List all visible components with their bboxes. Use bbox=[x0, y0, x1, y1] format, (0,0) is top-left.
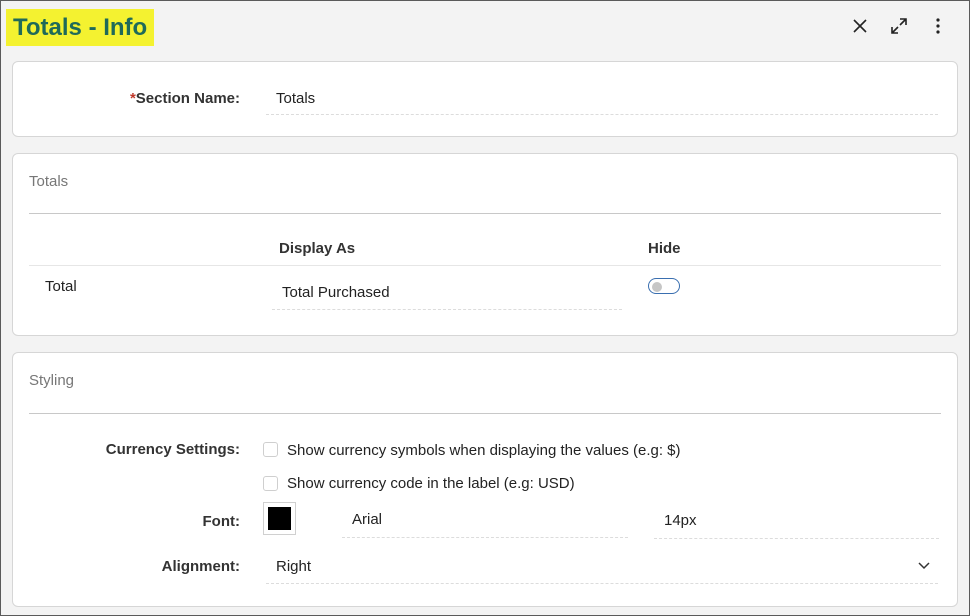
currency-settings-label: Currency Settings: bbox=[105, 441, 240, 458]
font-color-picker[interactable] bbox=[263, 502, 296, 535]
font-size-input[interactable]: 14px bbox=[654, 503, 939, 539]
styling-section-title: Styling bbox=[29, 372, 75, 389]
total-row-name: Total bbox=[45, 278, 77, 295]
totals-info-panel: Totals - Info *Section Name: Totals Tota… bbox=[0, 0, 970, 616]
currency-code-label: Show currency code in the label (e.g: US… bbox=[287, 475, 575, 492]
font-color-swatch bbox=[268, 507, 291, 530]
currency-symbols-label: Show currency symbols when displaying th… bbox=[287, 442, 681, 459]
section-name-card: *Section Name: Totals bbox=[12, 61, 958, 137]
section-name-value: Totals bbox=[276, 89, 316, 107]
expand-icon[interactable] bbox=[888, 15, 910, 37]
font-family-value: Arial bbox=[352, 511, 383, 528]
currency-code-checkbox[interactable] bbox=[263, 476, 278, 491]
panel-title: Totals - Info bbox=[6, 9, 155, 46]
display-as-column-header: Display As bbox=[279, 240, 356, 257]
total-hide-toggle[interactable] bbox=[648, 278, 680, 294]
section-name-input[interactable]: Totals bbox=[266, 82, 938, 115]
more-vertical-icon[interactable] bbox=[927, 15, 949, 37]
alignment-label: Alignment: bbox=[161, 558, 240, 575]
font-family-input[interactable]: Arial bbox=[342, 502, 628, 538]
styling-card: Styling Currency Settings: Show currency… bbox=[12, 352, 958, 607]
font-label: Font: bbox=[202, 513, 240, 530]
totals-section-title: Totals bbox=[29, 173, 69, 190]
alignment-value: Right bbox=[276, 557, 312, 575]
table-header-divider bbox=[29, 265, 941, 266]
close-icon[interactable] bbox=[849, 15, 871, 37]
font-size-value: 14px bbox=[664, 512, 697, 529]
total-display-as-value: Total Purchased bbox=[282, 283, 390, 301]
styling-divider bbox=[29, 413, 941, 414]
totals-card: Totals Display As Hide Total Total Purch… bbox=[12, 153, 958, 336]
toggle-knob bbox=[652, 282, 662, 292]
alignment-select[interactable]: Right bbox=[266, 549, 938, 584]
section-name-label: *Section Name: bbox=[129, 90, 240, 107]
hide-column-header: Hide bbox=[648, 240, 681, 257]
total-display-as-input[interactable]: Total Purchased bbox=[272, 275, 622, 310]
currency-symbols-checkbox[interactable] bbox=[263, 442, 278, 457]
totals-divider bbox=[29, 213, 941, 214]
chevron-down-icon bbox=[918, 562, 930, 570]
